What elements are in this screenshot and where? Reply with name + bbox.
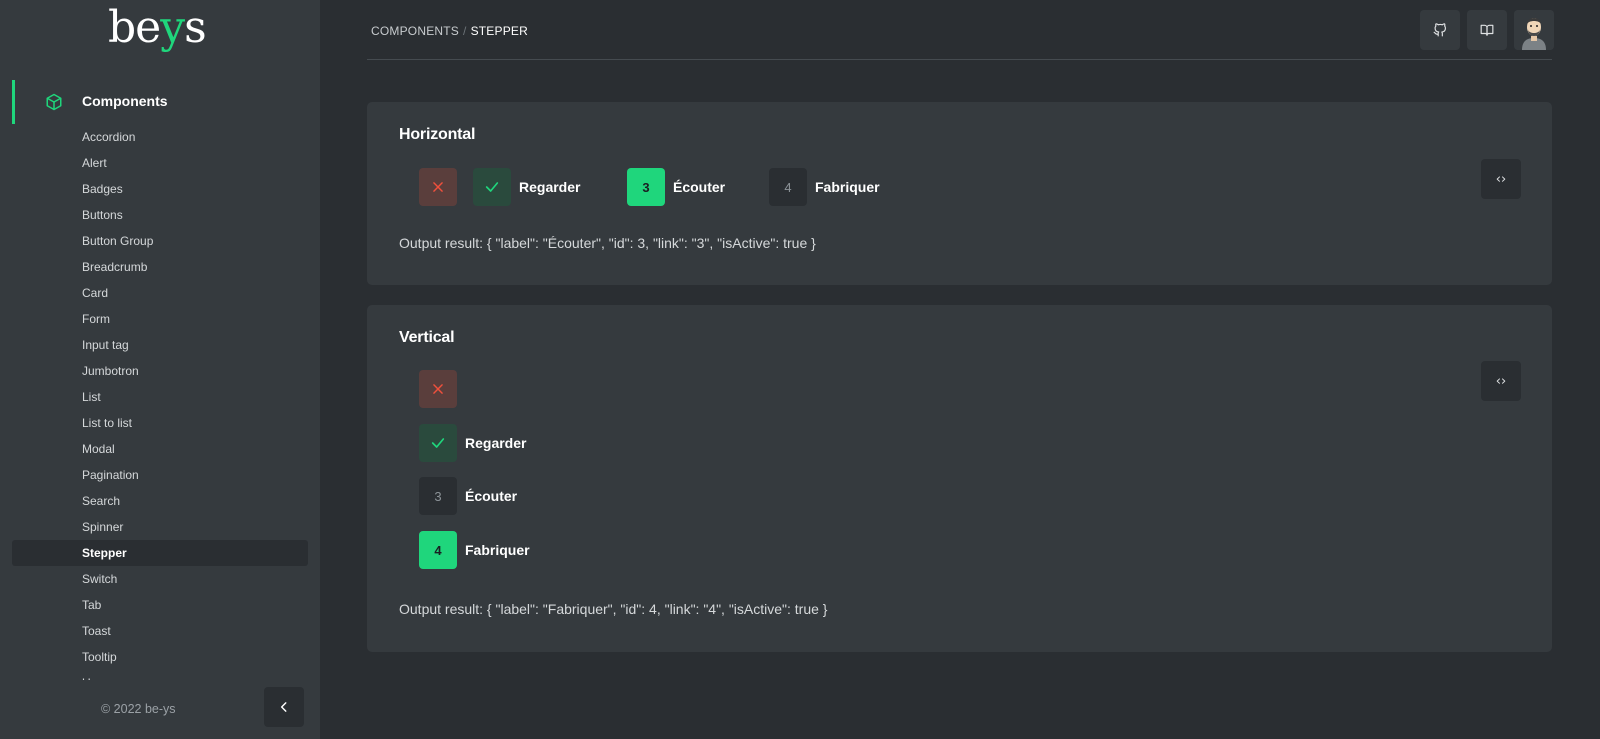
step-3-label[interactable]: Écouter <box>465 487 517 505</box>
copyright-text: © 2022 be-ys <box>101 702 176 716</box>
sidebar-item-input-tag[interactable]: Input tag <box>0 332 320 358</box>
sidebar-item-switch[interactable]: Switch <box>0 566 320 592</box>
step-1-error[interactable] <box>419 168 457 206</box>
close-icon <box>433 384 443 394</box>
horizontal-stepper-card: Horizontal ‹› Regarder 3 Écouter 4 Fabri… <box>367 102 1552 285</box>
step-2-done[interactable] <box>473 168 511 206</box>
breadcrumb-separator: / <box>463 24 467 38</box>
user-avatar[interactable] <box>1514 10 1554 50</box>
step-1-error[interactable] <box>419 370 457 408</box>
card-title-horizontal: Horizontal <box>399 126 476 143</box>
sidebar-item-search[interactable]: Search <box>0 488 320 514</box>
nav-section-components[interactable]: Components <box>12 80 308 124</box>
code-icon: ‹› <box>1495 171 1507 187</box>
sidebar-item-tooltip[interactable]: Tooltip <box>0 644 320 670</box>
component-nav-list: Accordion Alert Badges Buttons Button Gr… <box>0 124 320 680</box>
step-2-label[interactable]: Regarder <box>465 434 526 452</box>
github-icon <box>1433 23 1447 37</box>
sidebar-item-spinner[interactable]: Spinner <box>0 514 320 540</box>
sidebar-item-pagination[interactable]: Pagination <box>0 462 320 488</box>
github-button[interactable] <box>1420 10 1460 50</box>
sidebar-item-list-to-list[interactable]: List to list <box>0 410 320 436</box>
step-2-done[interactable] <box>419 424 457 462</box>
header-divider <box>367 59 1552 60</box>
sidebar-item-badges[interactable]: Badges <box>0 176 320 202</box>
sidebar-item-list[interactable]: List <box>0 384 320 410</box>
output-result-vertical: Output result: { "label": "Fabriquer", "… <box>399 601 828 617</box>
collapse-sidebar-button[interactable] <box>264 687 304 727</box>
output-result-horizontal: Output result: { "label": "Écouter", "id… <box>399 235 816 251</box>
breadcrumb-item-stepper: STEPPER <box>470 24 528 38</box>
sidebar-item-form[interactable]: Form <box>0 306 320 332</box>
sidebar: beys Components Accordion Alert Badges B… <box>0 0 320 739</box>
sidebar-item-accordion[interactable]: Accordion <box>0 124 320 150</box>
avatar-illustration <box>1514 10 1554 50</box>
code-icon: ‹› <box>1495 373 1507 389</box>
sidebar-item-stepper[interactable]: Stepper <box>12 540 308 566</box>
sidebar-item-buttons[interactable]: Buttons <box>0 202 320 228</box>
step-4-active[interactable]: 4 <box>419 531 457 569</box>
check-icon <box>485 182 499 192</box>
sidebar-item-card[interactable]: Card <box>0 280 320 306</box>
sidebar-item-toast[interactable]: Toast <box>0 618 320 644</box>
breadcrumb-item-components[interactable]: COMPONENTS <box>371 24 459 38</box>
step-4-label[interactable]: Fabriquer <box>465 541 530 559</box>
book-icon <box>1480 24 1494 36</box>
sidebar-item-modal[interactable]: Modal <box>0 436 320 462</box>
sidebar-item-jumbotron[interactable]: Jumbotron <box>0 358 320 384</box>
step-4-todo[interactable]: 4 <box>769 168 807 206</box>
show-code-button[interactable]: ‹› <box>1481 361 1521 401</box>
sidebar-item-button-group[interactable]: Button Group <box>0 228 320 254</box>
step-3-active[interactable]: 3 <box>627 168 665 206</box>
step-2-label[interactable]: Regarder <box>519 178 580 196</box>
cube-icon <box>46 93 62 111</box>
close-icon <box>433 182 443 192</box>
sidebar-item-uses[interactable]: Uses <box>0 670 320 680</box>
sidebar-item-alert[interactable]: Alert <box>0 150 320 176</box>
step-3-todo[interactable]: 3 <box>419 477 457 515</box>
step-3-label[interactable]: Écouter <box>673 178 725 196</box>
show-code-button[interactable]: ‹› <box>1481 159 1521 199</box>
nav-section-title: Components <box>82 93 168 109</box>
sidebar-item-breadcrumb[interactable]: Breadcrumb <box>0 254 320 280</box>
check-icon <box>431 438 445 448</box>
vertical-stepper-card: Vertical ‹› Regarder 3 Écouter 4 Fabriqu… <box>367 305 1552 652</box>
sidebar-item-tab[interactable]: Tab <box>0 592 320 618</box>
docs-button[interactable] <box>1467 10 1507 50</box>
card-title-vertical: Vertical <box>399 329 455 346</box>
brand-logo[interactable]: beys <box>108 2 207 54</box>
step-4-label[interactable]: Fabriquer <box>815 178 880 196</box>
chevron-left-icon <box>280 702 287 712</box>
breadcrumb: COMPONENTS / STEPPER <box>371 24 528 38</box>
